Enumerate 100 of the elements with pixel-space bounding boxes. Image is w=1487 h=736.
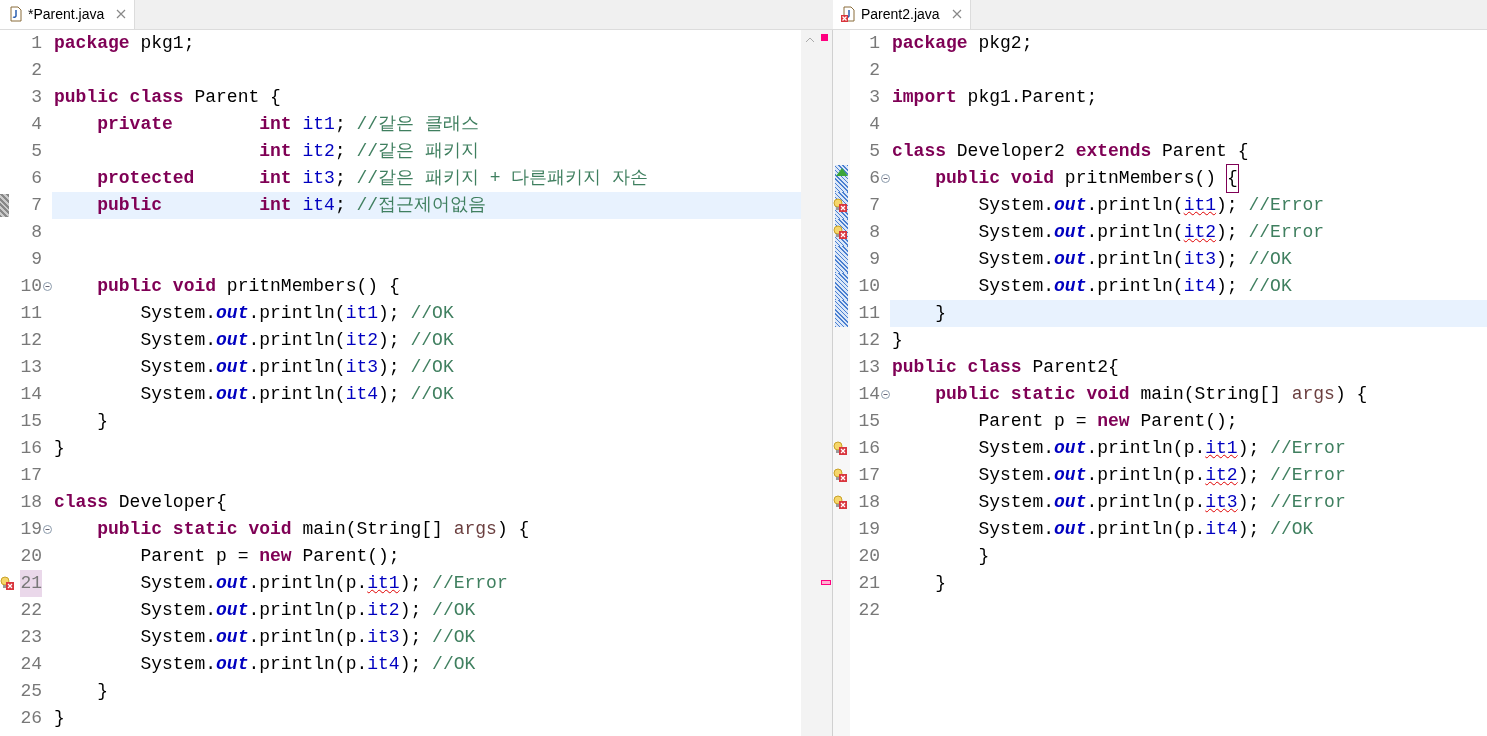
code-text: .println(p. [248, 572, 368, 595]
code-text: ) { [1334, 383, 1368, 406]
override-triangle-icon[interactable] [836, 168, 848, 176]
java-file-icon [8, 6, 24, 22]
line-number: 18 [20, 491, 42, 514]
line-number: 9 [869, 248, 880, 271]
parameter-name: args [452, 518, 497, 541]
error-lightbulb-icon[interactable] [833, 225, 847, 239]
code-comment: //같은 패키지 + 다른패키지 자손 [355, 167, 649, 190]
error-lightbulb-icon[interactable] [833, 198, 847, 212]
line-number: 3 [31, 86, 42, 109]
code-text: ); [1216, 248, 1238, 271]
editor-tab[interactable]: Parent2.java [833, 0, 971, 29]
code-text: Parent2{ [1031, 356, 1119, 379]
error-overview-marker[interactable] [821, 34, 828, 41]
keyword: class [54, 491, 108, 514]
field-name: it3 [301, 167, 335, 190]
keyword: public [934, 383, 1001, 406]
line-number: 8 [869, 221, 880, 244]
line-number: 21 [20, 570, 42, 597]
code-comment: //Error [1247, 221, 1325, 244]
line-number: 4 [31, 113, 42, 136]
code-text: System. [139, 626, 217, 649]
keyword: import [892, 86, 957, 109]
line-number: 22 [858, 599, 880, 622]
collapse-icon[interactable] [880, 174, 890, 183]
close-icon[interactable] [951, 9, 962, 19]
code-text: System. [977, 437, 1055, 460]
code-text: .println( [1086, 194, 1184, 217]
error-lightbulb-icon[interactable] [833, 468, 847, 482]
code-text: ); [1237, 464, 1260, 487]
error-field-name: it2 [1183, 221, 1217, 244]
code-comment: //같은 패키지 [355, 140, 479, 163]
static-field: out [1054, 192, 1087, 219]
static-field: out [216, 570, 249, 597]
code-comment: //OK [409, 329, 454, 352]
line-number: 22 [20, 599, 42, 622]
code-comment: //OK [1269, 518, 1314, 541]
keyword: private [96, 113, 173, 136]
line-number: 6 [31, 167, 42, 190]
keyword: class [892, 140, 946, 163]
line-number: 21 [858, 572, 880, 595]
error-field-name: it3 [1205, 491, 1238, 514]
code-text: .println( [248, 383, 346, 406]
line-number: 4 [869, 113, 880, 136]
line-number: 12 [858, 329, 880, 352]
keyword: int [258, 194, 292, 217]
static-field: out [1054, 489, 1087, 516]
static-field: out [1054, 462, 1087, 489]
field-name: it3 [367, 626, 400, 649]
code-text: .println(p. [1086, 491, 1206, 514]
code-text: System. [977, 248, 1055, 271]
static-field: out [216, 381, 249, 408]
code-comment: //OK [409, 383, 454, 406]
keyword: class [128, 86, 184, 109]
line-number: 8 [31, 221, 42, 244]
code-text: ); [378, 329, 400, 352]
close-icon[interactable] [116, 9, 127, 19]
code-text: ); [378, 383, 400, 406]
code-text: ); [378, 356, 400, 379]
line-number: 16 [858, 437, 880, 460]
code-text: ); [1237, 437, 1260, 460]
static-field: out [216, 624, 249, 651]
code-text: ; [334, 167, 346, 190]
code-text: System. [139, 599, 217, 622]
code-text: System. [977, 464, 1055, 487]
code-text: .println(p. [1086, 464, 1206, 487]
error-field-name: it1 [367, 572, 400, 595]
editor-tab[interactable]: *Parent.java [0, 0, 136, 29]
line-number: 13 [858, 356, 880, 379]
keyword: void [171, 275, 217, 298]
static-field: out [1054, 273, 1087, 300]
code-text: ); [378, 302, 400, 325]
code-text: ) { [496, 518, 530, 541]
parameter-name: args [1290, 383, 1335, 406]
collapse-icon[interactable] [42, 525, 52, 534]
keyword: package [892, 32, 968, 55]
keyword: new [259, 545, 292, 568]
code-text: .println(p. [1086, 518, 1206, 541]
error-overview-marker[interactable] [821, 580, 831, 585]
error-lightbulb-icon[interactable] [833, 441, 847, 455]
keyword: public [54, 86, 119, 109]
error-lightbulb-icon[interactable] [0, 576, 14, 590]
line-number: 11 [858, 302, 880, 325]
keyword: public [96, 518, 163, 541]
collapse-icon[interactable] [42, 282, 52, 291]
static-field: out [216, 300, 249, 327]
keyword: void [247, 518, 292, 541]
code-text: ; [334, 140, 346, 163]
code-text: System. [139, 356, 217, 379]
keyword: protected [96, 167, 195, 190]
code-text: Parent p = [977, 410, 1088, 433]
line-number: 12 [20, 329, 42, 352]
error-lightbulb-icon[interactable] [833, 495, 847, 509]
code-comment: //OK [431, 653, 476, 676]
collapse-icon[interactable] [880, 390, 890, 399]
code-text: .println( [248, 302, 346, 325]
line-number: 16 [20, 437, 42, 460]
keyword: extends [1075, 140, 1152, 163]
code-text: .println( [1086, 221, 1184, 244]
